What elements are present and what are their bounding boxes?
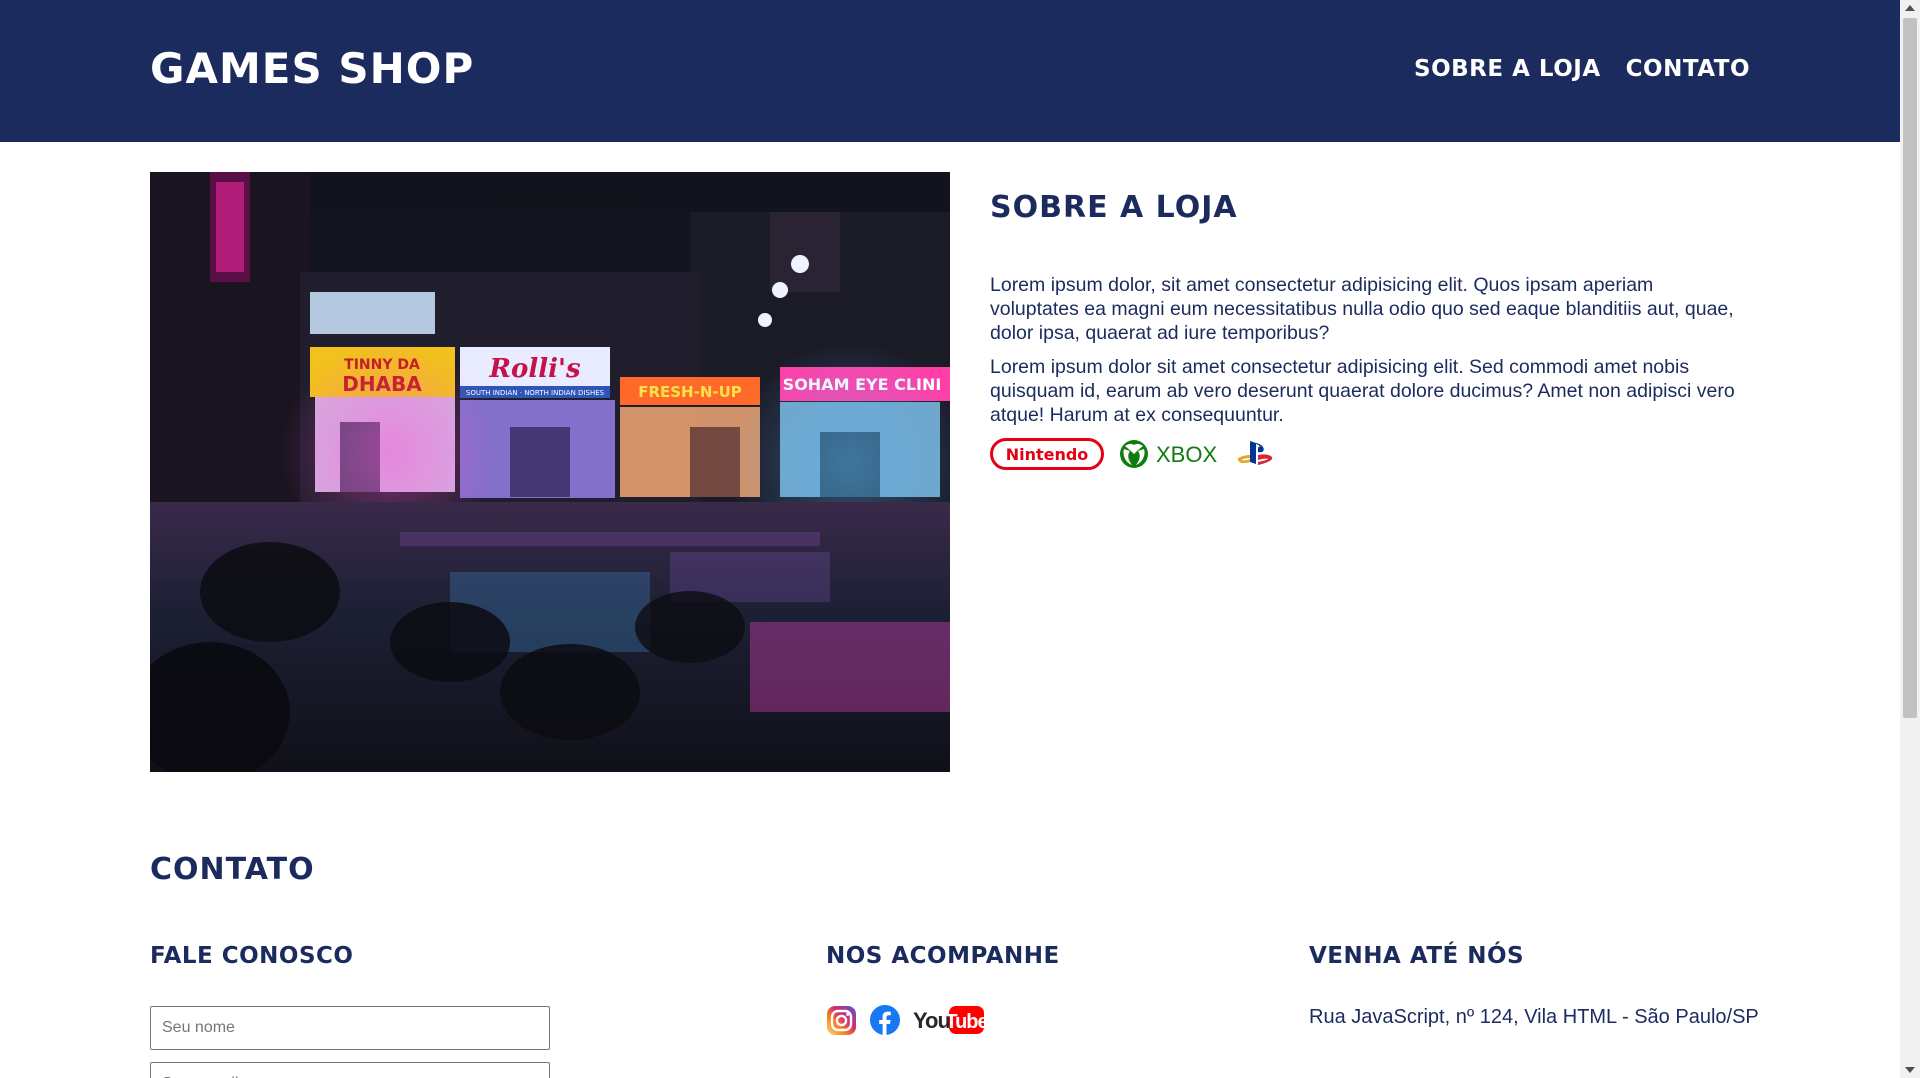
facebook-icon[interactable]: [869, 1004, 901, 1036]
scroll-down-icon[interactable]: [1905, 1067, 1915, 1073]
email-input[interactable]: [150, 1062, 550, 1078]
nintendo-logo-text: Nintendo: [1006, 445, 1089, 464]
main-nav: Sobre a loja Contato: [1414, 56, 1750, 82]
brand-logo[interactable]: Games Shop: [150, 44, 474, 93]
brand-logos: Nintendo XBOX: [990, 437, 1740, 471]
youtube-icon[interactable]: You Tube: [913, 1004, 985, 1036]
contact-title: Contato: [150, 852, 315, 887]
photo-sign-rollis: Rolli's: [488, 354, 581, 384]
nav-link-sobre[interactable]: Sobre a loja: [1414, 56, 1601, 82]
about-paragraph-2: Lorem ipsum dolor sit amet consectetur a…: [990, 356, 1735, 426]
scrollbar-thumb[interactable]: [1903, 18, 1917, 718]
name-input[interactable]: [150, 1006, 550, 1050]
youtube-tube-text: Tube: [945, 1011, 985, 1033]
photo-sign-south-indian: SOUTH INDIAN · NORTH INDIAN DISHES: [466, 389, 605, 397]
page-scrollbar[interactable]: [1900, 0, 1920, 1078]
store-photo: TINNY DA DHABA Rolli's SOUTH INDIAN · NO…: [150, 172, 950, 772]
about-paragraph-1: Lorem ipsum dolor, sit amet consectetur …: [990, 274, 1734, 344]
scroll-up-icon[interactable]: [1905, 5, 1915, 11]
xbox-logo-icon: XBOX: [1120, 440, 1217, 468]
store-address: Rua JavaScript, nº 124, Vila HTML - São …: [1309, 1006, 1759, 1028]
instagram-icon[interactable]: [826, 1005, 857, 1036]
nintendo-logo-icon: Nintendo: [990, 438, 1104, 470]
photo-sign-fresh: FRESH-N-UP: [638, 383, 742, 401]
about-title: Sobre a loja: [990, 190, 1238, 225]
site-header: Games Shop Sobre a loja Contato: [0, 0, 1900, 142]
social-links: You Tube: [826, 1004, 985, 1036]
nav-link-contato[interactable]: Contato: [1626, 56, 1750, 82]
form-column-title: Fale conosco: [150, 943, 354, 969]
location-column-title: Venha até nós: [1309, 943, 1525, 969]
social-column-title: Nos acompanhe: [826, 943, 1060, 969]
about-section: Sobre a loja Lorem ipsum dolor, sit amet…: [990, 190, 1740, 471]
playstation-logo-icon: [1237, 441, 1273, 465]
xbox-logo-text: XBOX: [1156, 442, 1217, 467]
